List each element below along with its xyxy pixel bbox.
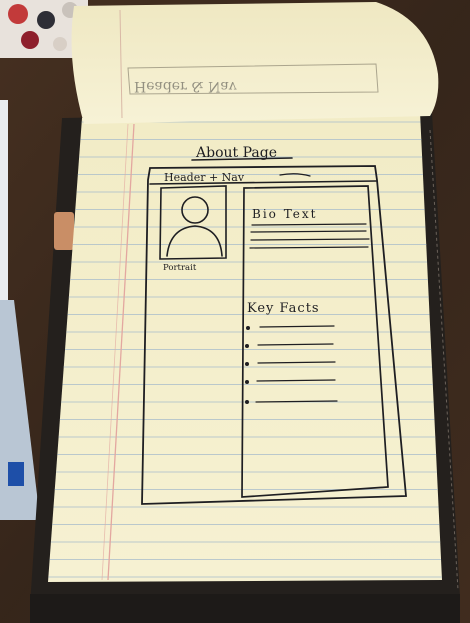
bio-heading: Bio Text	[252, 207, 317, 221]
bullet-2	[245, 344, 249, 348]
bullet-3	[245, 362, 249, 366]
facts-heading: Key Facts	[247, 301, 320, 316]
portrait-label: Portrait	[163, 263, 197, 273]
folder-bottom	[30, 594, 460, 623]
bullet-1	[246, 326, 250, 330]
header-nav-label: Header + Nav	[164, 171, 245, 184]
bullet-5	[245, 400, 249, 404]
ghost-header-text: Header & Nav	[134, 78, 237, 94]
folder-tab	[54, 212, 74, 250]
folded-flap: Header & Nav	[71, 2, 439, 124]
photo-scene: Header & Nav About Page Header + Nav Por…	[0, 0, 470, 623]
page-title: About Page	[195, 145, 277, 161]
bullet-4	[245, 380, 249, 384]
